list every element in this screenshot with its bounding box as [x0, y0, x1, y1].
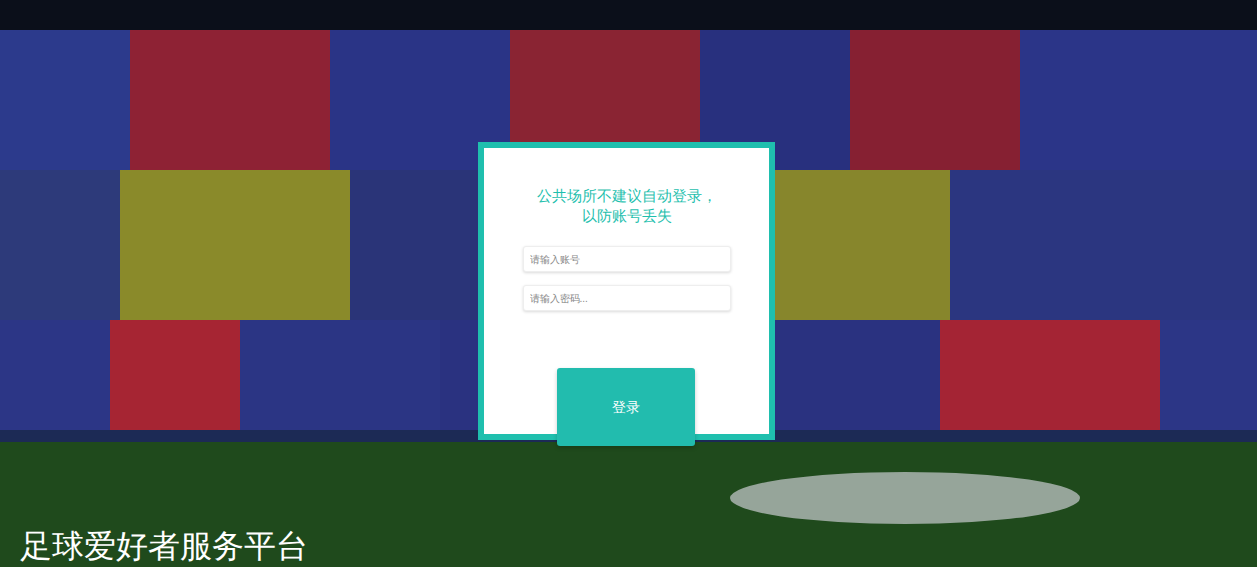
notice-line: 公共场所不建议自动登录，	[537, 186, 717, 206]
login-card: 公共场所不建议自动登录，以防账号丢失 登录	[478, 142, 775, 440]
login-notice: 公共场所不建议自动登录，以防账号丢失	[537, 186, 717, 226]
login-button[interactable]: 登录	[557, 368, 695, 446]
pitch-circle	[730, 472, 1080, 524]
notice-line: 以防账号丢失	[582, 206, 672, 226]
site-title: 足球爱好者服务平台	[20, 527, 308, 565]
account-input[interactable]	[523, 246, 731, 272]
password-input[interactable]	[523, 285, 731, 311]
